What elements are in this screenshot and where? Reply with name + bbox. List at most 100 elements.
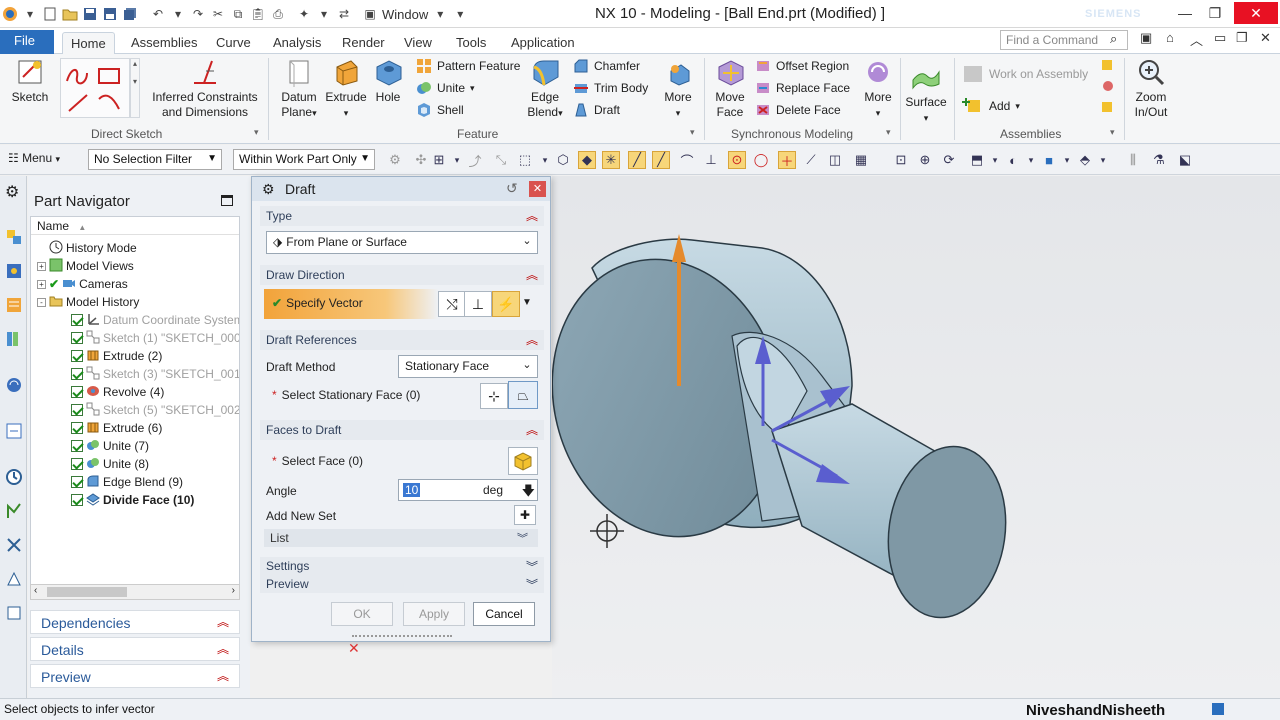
resize-grip[interactable] xyxy=(352,635,452,639)
selection-intent-icon[interactable]: ⤡ xyxy=(492,151,510,169)
dialog-close-icon[interactable]: ✕ xyxy=(529,181,546,197)
section-type[interactable]: Type ︽ xyxy=(260,206,544,226)
point-on-curve-snap-icon[interactable]: ⟋ xyxy=(802,151,820,169)
tab-render[interactable]: Render xyxy=(334,32,393,54)
edge-blend-button[interactable]: Edge Blend▾ xyxy=(524,57,566,121)
shell-button[interactable]: Shell xyxy=(416,100,464,120)
select-stationary-face-row[interactable]: * Select Stationary Face (0) xyxy=(272,388,420,402)
checkbox-icon[interactable] xyxy=(71,350,83,362)
undo-icon[interactable]: ↶ xyxy=(150,6,166,22)
assembly-navigator-icon[interactable] xyxy=(5,228,23,246)
qat-dropdown-icon[interactable]: ▾ xyxy=(22,6,38,22)
upstream-selection-icon[interactable]: ⤴ xyxy=(466,151,484,169)
hd3d-tools-icon[interactable] xyxy=(5,376,23,394)
selection-filter-select[interactable]: No Selection Filter ▼ xyxy=(88,149,222,170)
horizontal-scrollbar[interactable]: ‹ › xyxy=(30,584,240,600)
tree-item[interactable]: Revolve (4) xyxy=(71,383,164,401)
tree-item[interactable]: Datum Coordinate System (0) xyxy=(71,311,239,329)
tree-item[interactable]: Divide Face (10) xyxy=(71,491,194,509)
checkbox-icon[interactable] xyxy=(71,404,83,416)
tree-item[interactable]: + ✔ Cameras xyxy=(37,275,128,293)
extrude-button[interactable]: Extrude ▾ xyxy=(324,57,368,121)
rectangle-select-dropdown-icon[interactable]: ▾ xyxy=(536,151,554,169)
panel-dependencies[interactable]: Dependencies ︽ xyxy=(30,610,240,634)
tree-item[interactable]: + Model Views xyxy=(37,257,134,275)
trim-body-button[interactable]: Trim Body xyxy=(573,78,648,98)
tree-item[interactable]: Sketch (3) "SKETCH_001" xyxy=(71,365,239,383)
tab-tools[interactable]: Tools xyxy=(448,32,494,54)
save-icon[interactable] xyxy=(82,6,98,22)
feature-filter-icon[interactable]: ✣ xyxy=(412,151,430,169)
tab-file[interactable]: File xyxy=(0,30,54,54)
work-on-assembly-button[interactable]: Work on Assembly xyxy=(962,64,1088,84)
manufacturing-wizards-icon[interactable] xyxy=(5,536,23,554)
orient-view-icon[interactable]: ⬒ xyxy=(968,151,986,169)
work-layer-icon[interactable]: ■ xyxy=(1040,151,1058,169)
scroll-left-icon[interactable]: ‹ xyxy=(34,585,37,596)
find-command-input[interactable]: Find a Command xyxy=(1000,30,1128,50)
window-menu-icon[interactable]: ▣ xyxy=(362,6,378,22)
tree-item[interactable]: Edge Blend (9) xyxy=(71,473,183,491)
rendering-style-dropdown-icon[interactable]: ▾ xyxy=(1022,151,1040,169)
system-scenes-icon[interactable] xyxy=(5,604,23,622)
inferred-vector-icon[interactable]: ⚡ xyxy=(492,291,520,317)
inferred-vector-dropdown-icon[interactable]: ▼ xyxy=(522,297,532,308)
tree-item[interactable]: Sketch (5) "SKETCH_002" xyxy=(71,401,239,419)
maximize-icon[interactable] xyxy=(221,195,233,206)
nx-logo-icon[interactable] xyxy=(2,6,18,22)
reuse-library-icon[interactable] xyxy=(5,330,23,348)
part-navigator-icon[interactable] xyxy=(5,296,23,314)
doc-close-icon[interactable]: ✕ xyxy=(1260,30,1271,46)
ribbon-fullscreen-icon[interactable]: ▣ xyxy=(1140,30,1152,46)
tab-curve[interactable]: Curve xyxy=(208,32,259,54)
panel-details[interactable]: Details ︽ xyxy=(30,637,240,661)
reset-icon[interactable]: ↺ xyxy=(506,180,518,197)
copy-icon[interactable]: ⧉ xyxy=(230,6,246,22)
tab-analysis[interactable]: Analysis xyxy=(265,32,329,54)
ribbon-collapse-icon[interactable]: ︿ xyxy=(1190,30,1203,49)
settings-gear-icon[interactable]: ⚙ xyxy=(5,182,23,201)
work-layer-dropdown-icon[interactable]: ▾ xyxy=(1058,151,1076,169)
reverse-direction-icon[interactable]: ⤭ xyxy=(438,291,466,317)
rendering-style-icon[interactable]: ◐ xyxy=(1004,151,1022,169)
mid-point-snap-icon[interactable]: ╱ xyxy=(652,151,670,169)
snap-point-icon[interactable]: ⊞ xyxy=(430,151,448,169)
dialog-gear-icon[interactable]: ⚙ xyxy=(262,181,275,198)
redo-icon[interactable]: ↷ xyxy=(190,6,206,22)
edge-select-icon[interactable]: ✳ xyxy=(602,151,620,169)
tree-item[interactable]: Unite (7) xyxy=(71,437,149,455)
tree-item[interactable]: Unite (8) xyxy=(71,455,149,473)
window-menu[interactable]: Window xyxy=(382,7,428,22)
existing-point-snap-icon[interactable]: ＋ xyxy=(778,151,796,169)
draft-method-select[interactable]: Stationary Face ⌄ xyxy=(398,355,538,378)
section-draft-references[interactable]: Draft References ︽ xyxy=(260,330,544,350)
direct-sketch-options-icon[interactable]: ▾ xyxy=(254,127,259,138)
datum-plane-button[interactable]: Datum Plane▾ xyxy=(276,57,322,121)
edit-section-icon[interactable]: ⬘ xyxy=(1076,151,1094,169)
quadrant-snap-icon[interactable]: ◯ xyxy=(752,151,770,169)
end-point-snap-icon[interactable]: ╱ xyxy=(628,151,646,169)
section-draw-direction[interactable]: Draw Direction ︽ xyxy=(260,265,544,285)
angle-input[interactable]: 10 deg 🡇 xyxy=(398,479,538,501)
offset-region-button[interactable]: Offset Region xyxy=(755,56,849,76)
checkbox-icon[interactable] xyxy=(71,332,83,344)
minimize-button[interactable]: — xyxy=(1170,2,1200,24)
body-select-icon[interactable]: ⬡ xyxy=(554,151,572,169)
tree-item[interactable]: Extrude (2) xyxy=(71,347,162,365)
close-button[interactable]: ✕ xyxy=(1234,2,1278,24)
checkbox-icon[interactable] xyxy=(71,494,83,506)
specify-vector-field[interactable]: ✔ Specify Vector xyxy=(264,289,438,319)
stationary-face-select-icon[interactable]: ⏢ xyxy=(508,381,538,409)
surface-button[interactable]: Surface ▾ xyxy=(904,62,948,126)
scroll-right-icon[interactable]: › xyxy=(232,585,235,596)
section-faces-to-draft[interactable]: Faces to Draft ︽ xyxy=(260,420,544,440)
zoom-window-icon[interactable]: ⊕ xyxy=(916,151,934,169)
point-on-face-snap-icon[interactable]: ◫ xyxy=(826,151,844,169)
tree-item[interactable]: Sketch (1) "SKETCH_000" xyxy=(71,329,239,347)
apply-button[interactable]: Apply xyxy=(403,602,465,626)
tab-application[interactable]: Application xyxy=(503,32,583,54)
dialog-title-bar[interactable]: ⚙ Draft ↺ ✕ xyxy=(252,177,550,201)
face-select-icon[interactable]: ◆ xyxy=(578,151,596,169)
tab-home[interactable]: Home xyxy=(62,32,115,54)
print-icon[interactable]: ⎙ xyxy=(270,6,286,22)
